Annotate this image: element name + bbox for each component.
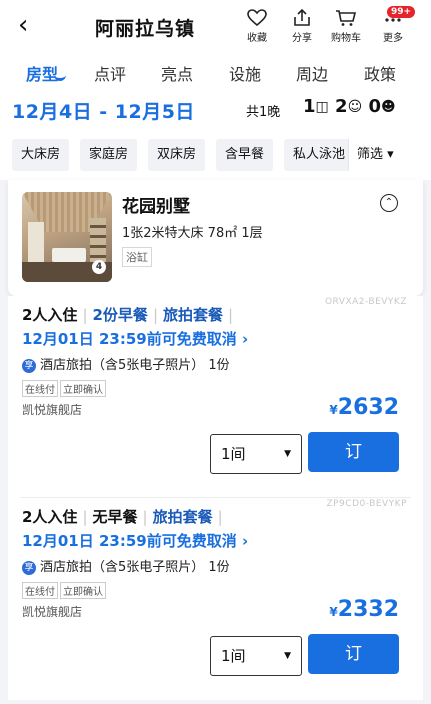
- back-arrow-icon[interactable]: ‹: [18, 12, 28, 38]
- favorite-label: 收藏: [247, 33, 267, 44]
- favorite-button[interactable]: 收藏: [237, 9, 277, 44]
- price: ¥2332: [329, 597, 399, 622]
- tag-instant-confirm: 立即确认: [60, 582, 106, 599]
- plan-guests: 2人入住: [22, 306, 78, 324]
- plan-summary: 2人入住 | 无早餐 | 旅拍套餐 |: [22, 508, 223, 526]
- book-button[interactable]: 订: [308, 432, 399, 472]
- package-desc-text: 酒店旅拍（含5张电子照片） 1份: [40, 560, 230, 575]
- plan-code: ORVXA2-BEVYKZ: [324, 297, 407, 307]
- occupancy-selector[interactable]: 1◫ 2☺ 0☻: [303, 96, 396, 117]
- rooms-count: 1: [303, 96, 316, 117]
- room-photo[interactable]: 4: [22, 192, 112, 282]
- section-tabs: 房型 点评 亮点 设施 周边 政策: [0, 52, 431, 90]
- store-name: 凯悦旗舰店: [22, 605, 83, 619]
- tab-facilities[interactable]: 设施: [229, 61, 261, 85]
- more-label: 更多: [383, 33, 403, 44]
- room-card[interactable]: 4 花园别墅 1张2米特大床 78㎡ 1层 浴缸 ⌃: [8, 180, 423, 296]
- plan-guests: 2人入住: [22, 508, 78, 526]
- package-desc: 享酒店旅拍（含5张电子照片） 1份: [22, 556, 230, 575]
- filter-chip-twin[interactable]: 双床房: [148, 139, 206, 171]
- filter-bar: 大床房 家庭房 双床房 含早餐 私人泳池 筛选 ▾: [0, 128, 431, 180]
- share-button[interactable]: 分享: [282, 9, 322, 44]
- collapse-icon[interactable]: ⌃: [380, 194, 398, 212]
- tab-nearby[interactable]: 周边: [296, 61, 328, 85]
- date-bar[interactable]: 12月4日 - 12月5日 共1晚 1◫ 2☺ 0☻: [0, 90, 431, 128]
- price: ¥2632: [329, 395, 399, 420]
- dropdown-arrow-icon: ▼: [284, 449, 291, 459]
- share-label: 分享: [292, 33, 312, 44]
- date-range[interactable]: 12月4日 - 12月5日: [12, 97, 195, 124]
- filter-button[interactable]: 筛选 ▾: [348, 139, 431, 171]
- person-icon: ☺: [347, 99, 363, 115]
- plan-package: 旅拍套餐: [152, 508, 213, 526]
- quantity-select[interactable]: 1间 ▼: [210, 636, 302, 676]
- perk-icon: 享: [22, 359, 36, 373]
- cart-label: 购物车: [331, 33, 361, 44]
- notification-badge: 99+: [387, 6, 416, 18]
- filter-chip-breakfast[interactable]: 含早餐: [216, 139, 274, 171]
- tag-online-pay: 在线付: [22, 582, 58, 599]
- cancel-policy-link[interactable]: 12月01日 23:59前可免费取消 ›: [22, 530, 248, 551]
- share-icon: [294, 9, 310, 26]
- dropdown-arrow-icon: ▼: [284, 651, 291, 661]
- tab-highlights[interactable]: 亮点: [161, 61, 193, 85]
- plan-breakfast: 2份早餐: [92, 306, 148, 324]
- filter-chip-private-pool[interactable]: 私人泳池: [284, 139, 355, 171]
- plan-package: 旅拍套餐: [163, 306, 224, 324]
- tag-online-pay: 在线付: [22, 380, 58, 397]
- heart-icon: [247, 9, 267, 27]
- cart-button[interactable]: 购物车: [326, 9, 366, 44]
- book-button[interactable]: 订: [308, 634, 399, 674]
- quantity-select[interactable]: 1间 ▼: [210, 434, 302, 474]
- filter-chip-family[interactable]: 家庭房: [80, 139, 138, 171]
- tab-policies[interactable]: 政策: [364, 61, 396, 85]
- tab-room-types[interactable]: 房型: [26, 61, 58, 85]
- rate-plan: ORVXA2-BEVYKZ 2人入住 | 2份早餐 | 旅拍套餐 | 12月01日 23:…: [8, 296, 423, 498]
- cancel-policy-link[interactable]: 12月01日 23:59前可免费取消 ›: [22, 328, 248, 349]
- room-spec: 1张2米特大床 78㎡ 1层: [122, 226, 263, 241]
- nights-count: 共1晚: [246, 105, 281, 120]
- plan-breakfast: 无早餐: [92, 508, 138, 526]
- adults-count: 2: [335, 96, 348, 117]
- store-name: 凯悦旗舰店: [22, 403, 83, 417]
- filter-chip-king-bed[interactable]: 大床房: [12, 139, 70, 171]
- hotel-title: 阿丽拉乌镇: [95, 18, 196, 40]
- top-bar: ‹ 阿丽拉乌镇 收藏 分享 购物车 更多 99+: [0, 0, 431, 52]
- package-desc: 享酒店旅拍（含5张电子照片） 1份: [22, 354, 230, 373]
- children-count: 0: [368, 96, 381, 117]
- child-icon: ☻: [381, 99, 396, 115]
- amenity-tag: 浴缸: [122, 247, 152, 267]
- plan-tags: 在线付 立即确认: [22, 380, 108, 397]
- cart-icon: [336, 10, 357, 26]
- tag-instant-confirm: 立即确认: [60, 380, 106, 397]
- tab-reviews[interactable]: 点评: [94, 61, 126, 85]
- perk-icon: 享: [22, 561, 36, 575]
- plan-summary: 2人入住 | 2份早餐 | 旅拍套餐 |: [22, 306, 234, 324]
- photo-count: 4: [92, 260, 106, 274]
- rate-plan: ZP9CD0-BEVYKP 2人入住 | 无早餐 | 旅拍套餐 | 12月01日 23:5…: [8, 498, 423, 700]
- room-icon: ◫: [315, 99, 329, 115]
- room-name: 花园别墅: [122, 197, 190, 217]
- plan-tags: 在线付 立即确认: [22, 582, 108, 599]
- plan-code: ZP9CD0-BEVYKP: [326, 499, 407, 509]
- package-desc-text: 酒店旅拍（含5张电子照片） 1份: [40, 358, 230, 373]
